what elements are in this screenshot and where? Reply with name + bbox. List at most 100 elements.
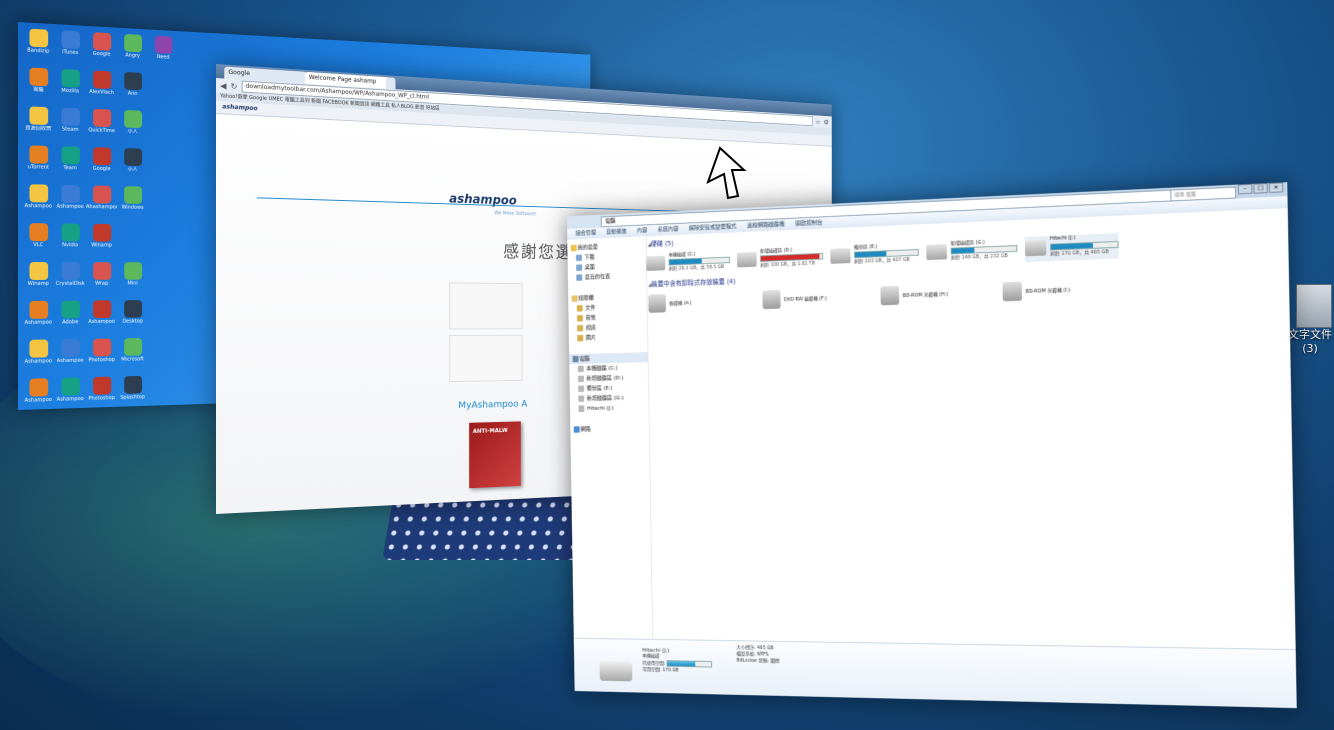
desktop-icon[interactable]: Photoshop xyxy=(86,336,117,375)
desktop-icon-label: Winamp xyxy=(27,280,49,287)
desktop-icon[interactable]: Splashtop xyxy=(117,374,148,413)
desktop-icon[interactable]: Desktop xyxy=(117,298,148,336)
desktop-icon[interactable]: Angry xyxy=(117,32,148,72)
tab-welcome-label: Welcome Page ashamp xyxy=(308,74,377,86)
removable-drive-tile[interactable]: 軟碟機 (A:) xyxy=(648,292,732,315)
nav-network[interactable]: 網路 xyxy=(570,423,649,434)
app-icon xyxy=(61,30,80,50)
desktop-icon[interactable]: Mozilla xyxy=(54,67,86,107)
desktop-icon[interactable] xyxy=(148,109,178,148)
drive-tile[interactable]: 備份區 (E:) 剩餘 203 GB，共 407 GB xyxy=(830,241,919,269)
desktop-icon-label: Ashampoo xyxy=(88,318,115,326)
desktop-icon[interactable]: Ashampoo xyxy=(22,376,54,416)
desktop-icon[interactable]: Steam xyxy=(54,105,86,145)
desktop-icon[interactable]: Microsoft xyxy=(117,336,148,375)
desktop-icon[interactable]: iTunes xyxy=(54,28,86,68)
desktop-icon[interactable] xyxy=(148,71,178,110)
app-icon xyxy=(123,109,142,129)
desktop-icon[interactable]: 電腦 xyxy=(22,65,54,105)
details-bitlocker-label: BitLocker 狀態: xyxy=(736,657,770,665)
desktop-icon-label: Ashampoo xyxy=(24,396,52,404)
hard-drive-icon xyxy=(926,244,948,261)
desktop-icon[interactable]: Winamp xyxy=(22,260,54,299)
desktop-icon[interactable]: AlexVlach xyxy=(86,68,117,108)
desktop-icon[interactable]: Google xyxy=(86,145,117,184)
reload-icon[interactable]: ↻ xyxy=(231,81,238,90)
drive-free: 剩餘 100 GB，共 1.81 TB xyxy=(760,260,815,269)
desktop-icon[interactable]: Ashampoo xyxy=(86,298,117,337)
minimize-button[interactable]: – xyxy=(1237,183,1253,195)
star-icon[interactable]: ☆ xyxy=(815,117,820,125)
folder-icon xyxy=(577,365,584,373)
back-icon[interactable]: ◀ xyxy=(220,81,226,90)
desktop-icon[interactable]: Bandizip xyxy=(22,26,54,66)
app-icon xyxy=(123,300,142,318)
desktop-icon[interactable]: Ashampoo xyxy=(22,337,54,376)
desktop-icon[interactable]: Mini xyxy=(117,260,148,298)
wrench-icon[interactable]: ⚙ xyxy=(824,118,829,126)
hard-drive-icon xyxy=(736,251,757,268)
desktop-icon[interactable]: Wrap xyxy=(86,260,117,298)
removable-drive-tile[interactable]: DVD RW 磁碟機 (F:) xyxy=(762,288,849,311)
desktop-icon[interactable]: Photoshop xyxy=(86,375,117,414)
desktop-icon[interactable] xyxy=(148,260,178,298)
desktop-icon[interactable]: Need xyxy=(148,33,178,72)
desktop-icon[interactable]: QuickTime xyxy=(86,107,117,146)
folder-icon xyxy=(577,375,584,383)
desktop-icon[interactable]: Adobe xyxy=(54,299,86,338)
maximize-button[interactable]: □ xyxy=(1253,183,1268,194)
nav-item[interactable]: Hitachi (J:) xyxy=(570,402,649,413)
desktop-icon[interactable]: Ashampoo xyxy=(54,375,86,414)
close-button[interactable]: × xyxy=(1268,182,1284,194)
removable-drive-tile[interactable]: BD-ROM 光碟機 (H:) xyxy=(880,283,970,307)
desktop-icon-label: Desktop xyxy=(122,318,143,325)
app-icon xyxy=(61,339,80,358)
drive-tile[interactable]: Hitachi (J:) 剩餘 170 GB，共 465 GB xyxy=(1024,233,1119,263)
removable-drive-tile[interactable]: BD-ROM 光碟機 (I:) xyxy=(1002,279,1096,303)
desktop-icon[interactable]: Google xyxy=(86,30,117,70)
desktop-icon[interactable]: Ashampoo xyxy=(22,299,54,338)
desktop-icon[interactable]: Ashampoo xyxy=(54,337,86,376)
ashampoo-tagline: We Make Software! xyxy=(494,210,537,218)
desktop-icon[interactable]: Winamp xyxy=(86,222,117,260)
myashampoo-link[interactable]: MyAshampoo A xyxy=(458,399,527,411)
drive-tile[interactable]: 本機磁碟 (C:) 剩餘 26.1 GB，共 58.5 GB xyxy=(646,249,730,276)
desktop-icon[interactable]: Ashampoo xyxy=(22,182,54,221)
boxart-label: ANTI-MALW xyxy=(472,427,508,435)
desktop-icon[interactable]: Windows xyxy=(117,184,148,222)
desktop-icon[interactable] xyxy=(148,185,178,223)
app-icon xyxy=(28,184,48,203)
command-2[interactable]: 內容 xyxy=(637,225,648,236)
desktop-icon[interactable]: 資源回收筒 xyxy=(22,104,54,144)
details-usage-fill xyxy=(667,661,696,667)
desktop-icon[interactable]: 小人 xyxy=(117,146,148,185)
folder-icon xyxy=(578,405,585,412)
nav-item[interactable]: 圖片 xyxy=(569,331,648,343)
desktop-icon[interactable] xyxy=(148,335,178,373)
drive-tile[interactable]: 新增磁碟區 (G:) 剩餘 148 GB，共 232 GB xyxy=(926,237,1018,265)
nav-item[interactable]: 最近的位置 xyxy=(568,270,647,283)
app-icon xyxy=(92,376,111,395)
desktop-icon[interactable] xyxy=(117,222,148,260)
desktop-icon[interactable]: uTorrent xyxy=(22,143,54,183)
drive-tile[interactable]: 新增磁碟區 (D:) 剩餘 100 GB，共 1.81 TB xyxy=(736,245,824,273)
app-icon xyxy=(28,262,48,280)
desktop-icon[interactable]: Ann xyxy=(117,70,148,109)
desktop-icon[interactable]: Ashampoo xyxy=(54,183,86,222)
desktop-icon[interactable]: Nvidia xyxy=(54,221,86,260)
desktop-icon[interactable] xyxy=(148,298,178,336)
desktop-icon[interactable]: Team xyxy=(54,144,86,183)
anti-malware-boxart[interactable]: ANTI-MALW xyxy=(469,421,521,489)
new-tab-button[interactable] xyxy=(386,77,396,90)
desktop-icon[interactable]: CrystalDisk xyxy=(54,260,86,299)
desktop-icon[interactable]: Ahashampoo xyxy=(86,183,117,222)
desktop-icon[interactable]: 小人 xyxy=(117,108,148,147)
nav-item-label: 下載 xyxy=(584,253,595,261)
app-icon xyxy=(61,300,80,319)
desktop-icon[interactable] xyxy=(148,147,178,185)
desktop-icon-label: Ashampoo xyxy=(56,357,84,365)
desktop-icon[interactable] xyxy=(148,373,178,412)
explorer-window[interactable]: 電腦 搜尋 電腦 – □ × 組合管理 自動播放 內容 系統內容 解除安裝或變更程式 連線… xyxy=(566,182,1297,709)
desktop-icon[interactable] xyxy=(148,222,178,260)
desktop-icon[interactable]: VLC xyxy=(22,221,54,260)
